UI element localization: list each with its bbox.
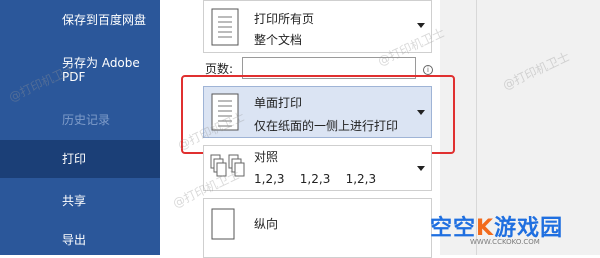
sidebar-item-label: 保存到百度网盘 <box>62 13 147 27</box>
print-range-subtitle: 整个文档 <box>254 33 303 47</box>
collate-title: 对照 <box>254 150 279 164</box>
site-logo: 空空K游戏园 WWW.CCKOKO.COM <box>430 206 595 251</box>
backstage-sidebar: 保存到百度网盘 另存为 Adobe PDF 历史记录 打印 共享 导出 <box>0 0 160 255</box>
chevron-down-icon <box>417 23 425 28</box>
sidebar-item-print[interactable]: 打印 <box>0 140 160 178</box>
orientation-dropdown[interactable]: 纵向 <box>203 198 432 258</box>
sidebar-item-label: 另存为 Adobe <box>62 56 140 70</box>
portrait-icon <box>210 207 236 245</box>
collate-subtitle: 1,2,3 1,2,3 1,2,3 <box>254 172 377 186</box>
sidebar-item-label: 共享 <box>62 194 87 208</box>
logo-url: WWW.CCKOKO.COM <box>470 238 540 246</box>
sidebar-item-label: 历史记录 <box>62 113 111 127</box>
sidebar-item-history: 历史记录 <box>0 113 160 128</box>
collate-dropdown[interactable]: 对照 1,2,3 1,2,3 1,2,3 <box>203 145 432 191</box>
sidebar-item-label: 导出 <box>62 233 87 247</box>
print-range-title: 打印所有页 <box>254 12 315 26</box>
sidebar-item-export[interactable]: 导出 <box>0 233 160 248</box>
sidebar-item-share[interactable]: 共享 <box>0 194 160 209</box>
chevron-down-icon <box>417 166 425 171</box>
sidebar-item-save-baidu[interactable]: 保存到百度网盘 <box>0 13 160 28</box>
sidebar-item-save-adobe-pdf[interactable]: 另存为 Adobe PDF <box>0 56 160 84</box>
info-icon[interactable]: i <box>423 65 433 75</box>
document-icon <box>210 7 240 51</box>
sidebar-item-label: 打印 <box>62 152 87 166</box>
orientation-title: 纵向 <box>254 217 279 231</box>
